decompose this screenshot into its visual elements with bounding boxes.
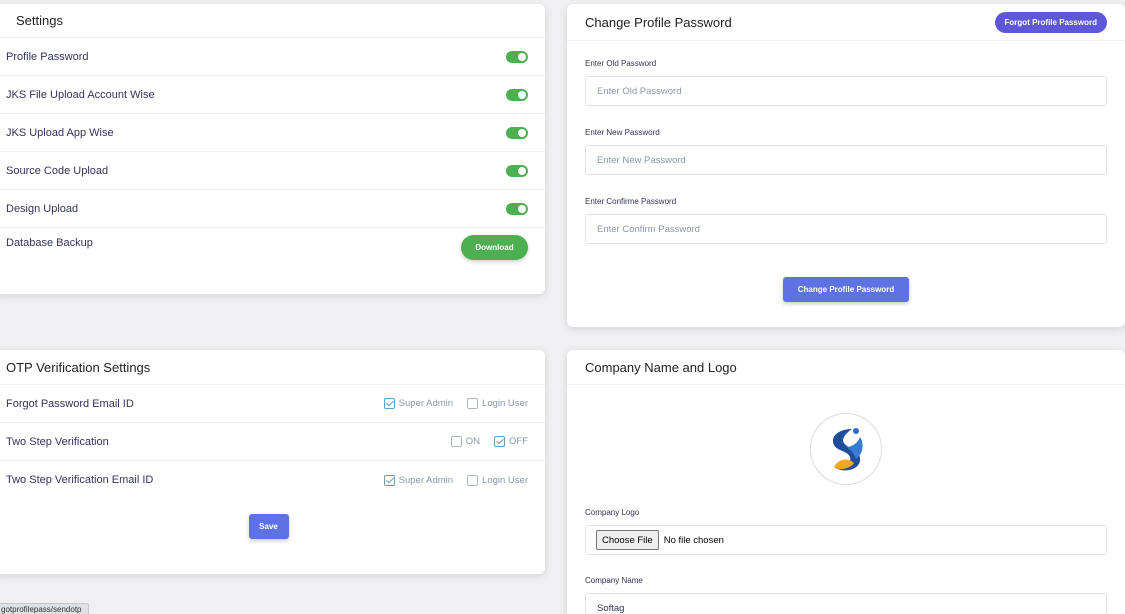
no-file-text: No file chosen	[663, 534, 724, 546]
otp-row-two-step-email: Two Step Verification Email ID Super Adm…	[0, 461, 545, 499]
toggle-row-jks-account: JKS File Upload Account Wise	[0, 76, 545, 114]
toggle-label: JKS Upload App Wise	[6, 126, 114, 139]
toggle-row-design: Design Upload	[0, 190, 545, 228]
toggle-knob	[518, 204, 526, 213]
company-name-input[interactable]: Softag	[585, 593, 1107, 614]
checkbox-checked-icon	[383, 474, 395, 486]
database-backup-row: Database Backup Download	[0, 228, 545, 284]
checkbox-icon	[450, 436, 462, 447]
submit-wrapper: Change Profile Password	[567, 277, 1125, 302]
company-logo-icon	[832, 428, 863, 471]
toggle-switch[interactable]	[506, 50, 528, 63]
backup-label: Database Backup	[6, 237, 93, 249]
otp-row-label: Two Step Verification Email ID	[6, 474, 154, 486]
checkbox-icon	[467, 398, 479, 409]
toggle-switch[interactable]	[506, 88, 528, 101]
toggle-knob	[518, 90, 526, 99]
toggle-switch[interactable]	[506, 164, 528, 177]
company-logo	[810, 413, 882, 485]
otp-row-two-step: Two Step Verification ON OFF	[0, 423, 545, 461]
otp-row-label: Two Step Verification	[6, 435, 109, 448]
settings-card: Settings Profile Password JKS File Uploa…	[0, 4, 545, 294]
checkbox-on[interactable]: ON	[450, 436, 480, 447]
old-password-label: Enter Old Password	[585, 59, 657, 68]
company-title: Company Name and Logo	[585, 359, 737, 375]
checkbox-checked-icon	[494, 436, 505, 447]
toggle-switch[interactable]	[506, 202, 528, 215]
save-button[interactable]: Save	[248, 514, 289, 539]
company-header: Company Name and Logo	[567, 350, 1125, 385]
toggle-label: JKS File Upload Account Wise	[6, 88, 155, 101]
new-password-label: Enter New Password	[585, 128, 660, 137]
company-logo-file-input[interactable]: Choose File No file chosen	[585, 525, 1107, 555]
toggle-label: Source Code Upload	[6, 164, 109, 177]
forgot-password-button[interactable]: Forgot Profile Password	[994, 11, 1107, 33]
checkbox-group: Super Admin Login User	[383, 398, 528, 409]
checkbox-group: Super Admin Login User	[383, 474, 528, 486]
checkbox-label: Login User	[482, 474, 528, 486]
change-password-button[interactable]: Change Profile Password	[783, 277, 909, 302]
settings-header: Settings	[0, 4, 545, 38]
toggle-row-source-code: Source Code Upload	[0, 152, 545, 190]
choose-file-button[interactable]: Choose File	[596, 530, 659, 550]
checkbox-label: Super Admin	[398, 398, 454, 409]
checkbox-label: OFF	[509, 436, 528, 447]
toggle-row-profile-password: Profile Password	[0, 38, 545, 76]
checkbox-icon	[467, 474, 479, 486]
company-logo-label: Company Logo	[585, 508, 640, 517]
checkbox-off[interactable]: OFF	[494, 436, 528, 447]
toggle-row-jks-app: JKS Upload App Wise	[0, 114, 545, 152]
change-password-title: Change Profile Password	[585, 14, 732, 30]
confirm-password-label: Enter Confirme Password	[585, 197, 677, 206]
confirm-password-input[interactable]: Enter Confirm Password	[585, 214, 1107, 244]
otp-row-label: Forgot Password Email ID	[6, 397, 134, 410]
checkbox-group: ON OFF	[450, 436, 528, 447]
toggle-switch[interactable]	[506, 126, 528, 139]
company-name-label: Company Name	[585, 576, 643, 585]
otp-row-forgot-email: Forgot Password Email ID Super Admin Log…	[0, 385, 545, 423]
old-password-input[interactable]: Enter Old Password	[585, 76, 1107, 106]
status-bar-url: gotprofilepass/sendotp	[0, 603, 89, 614]
checkbox-super-admin[interactable]: Super Admin	[383, 398, 454, 409]
checkbox-label: Super Admin	[398, 474, 454, 486]
new-password-input[interactable]: Enter New Password	[585, 145, 1107, 175]
toggle-knob	[518, 52, 526, 61]
checkbox-super-admin[interactable]: Super Admin	[383, 474, 454, 486]
toggle-label: Design Upload	[6, 202, 79, 215]
checkbox-login-user[interactable]: Login User	[467, 398, 528, 409]
toggle-knob	[518, 128, 526, 137]
otp-header: OTP Verification Settings	[0, 350, 545, 385]
checkbox-label: Login User	[482, 398, 528, 409]
save-wrapper: Save	[0, 514, 545, 539]
toggle-label: Profile Password	[6, 50, 89, 63]
change-password-header: Change Profile Password Forgot Profile P…	[567, 4, 1125, 41]
settings-title: Settings	[16, 13, 63, 28]
otp-title: OTP Verification Settings	[6, 359, 151, 375]
otp-card: OTP Verification Settings Forgot Passwor…	[0, 350, 545, 574]
checkbox-login-user[interactable]: Login User	[467, 474, 528, 486]
download-button[interactable]: Download	[461, 235, 528, 260]
checkbox-label: ON	[465, 436, 480, 447]
change-password-card: Change Profile Password Forgot Profile P…	[567, 4, 1125, 327]
company-card: Company Name and Logo Company Logo Choos…	[567, 350, 1125, 614]
checkbox-checked-icon	[383, 398, 395, 409]
toggle-knob	[518, 166, 526, 175]
